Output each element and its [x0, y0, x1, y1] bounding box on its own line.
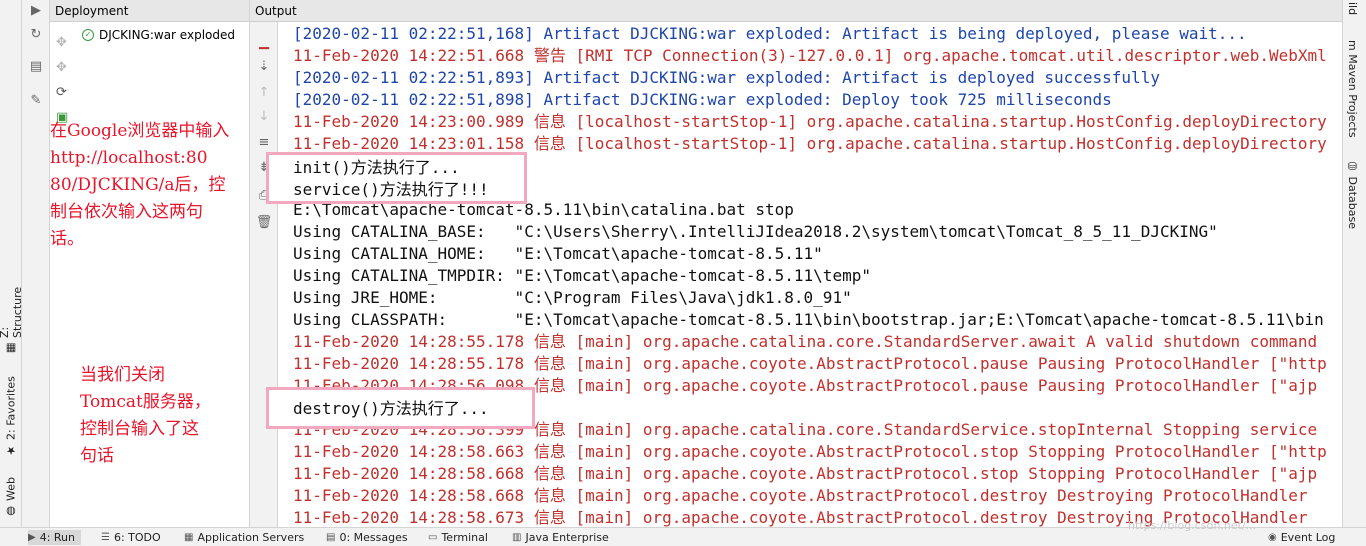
- console-line: Using CATALINA_BASE: "C:\Users\Sherry\.I…: [293, 222, 1218, 241]
- up-arrow-icon[interactable]: ↑: [250, 82, 278, 104]
- annotation-line: 制台依次输入这两句: [50, 202, 203, 222]
- terminal-icon: ▭: [428, 532, 438, 543]
- annotation-line: 话。: [50, 229, 84, 249]
- annotation-line: http://localhost:80: [50, 148, 208, 168]
- console-line: 11-Feb-2020 14:22:51.668 警告 [RMI TCP Con…: [293, 46, 1327, 65]
- console-line: Using CATALINA_HOME: "E:\Tomcat\apache-t…: [293, 244, 823, 263]
- console-line: Using CATALINA_TMPDIR: "E:\Tomcat\apache…: [293, 266, 871, 285]
- web-tab[interactable]: ◍ Web: [1, 470, 21, 518]
- highlight-line: service()方法执行了!!!: [293, 180, 489, 199]
- console-toolbar: ▁ ⇣ ↑ ↓ ≡ ⇟ ⎙ 🗑: [250, 22, 278, 527]
- application-servers-label: Application Servers: [197, 531, 305, 544]
- messages-tab-label: 0: Messages: [339, 531, 408, 544]
- deployment-item-label: DJCKING:war exploded: [99, 28, 235, 42]
- console-line: 11-Feb-2020 14:28:58.663 信息 [main] org.a…: [293, 442, 1327, 461]
- run-icon: ▶: [28, 532, 36, 543]
- run-tab[interactable]: ▶ 4: Run: [28, 530, 81, 545]
- annotation-note-2: 当我们关闭 Tomcat服务器， 控制台输入了这 句话: [80, 362, 211, 470]
- console-line: Using CLASSPATH: "E:\Tomcat\apache-tomca…: [293, 310, 1324, 329]
- console-line: [2020-02-11 02:22:51,893] Artifact DJCKI…: [293, 68, 1160, 87]
- event-log-label: Event Log: [1280, 531, 1336, 544]
- deployment-header: Deployment: [50, 0, 249, 22]
- favorites-tab[interactable]: ★ 2: Favorites: [1, 372, 21, 457]
- star-icon: ★: [6, 444, 16, 457]
- refresh-icon[interactable]: ⟳: [56, 80, 68, 105]
- check-icon: ✓: [82, 29, 94, 41]
- clear-icon[interactable]: ▁: [250, 32, 278, 54]
- annotation-line: 在Google浏览器中输入: [50, 121, 230, 141]
- messages-icon: ▤: [326, 532, 336, 543]
- deploy-all-icon[interactable]: ✥: [56, 30, 68, 55]
- database-tab[interactable]: ⛁ Database: [1346, 160, 1359, 229]
- deployment-side-icons: ✥ ✥ ⟳ ▣: [56, 30, 68, 130]
- highlight-box-1: init()方法执行了... service()方法执行了!!!: [266, 152, 527, 204]
- annotation-line: 句话: [80, 446, 114, 466]
- trash-icon[interactable]: 🗑: [250, 212, 278, 234]
- right-tool-strip: ild m Maven Projects ⛁ Database: [1342, 0, 1366, 527]
- console-line: 11-Feb-2020 14:23:00.989 信息 [localhost-s…: [293, 112, 1327, 131]
- highlight-line: destroy()方法执行了...: [293, 399, 489, 418]
- todo-icon: ☰: [101, 532, 110, 543]
- sort-icon[interactable]: ⇣: [250, 56, 278, 78]
- update-icon[interactable]: ↻: [22, 24, 50, 46]
- web-tab-label: Web: [4, 477, 18, 501]
- maven-projects-label: Maven Projects: [1346, 54, 1359, 138]
- structure-icon: ▦: [5, 342, 17, 355]
- deployment-item[interactable]: ✓ DJCKING:war exploded: [82, 28, 235, 42]
- structure-tab[interactable]: ▦ Z: Structure: [0, 275, 24, 355]
- console-line: 11-Feb-2020 14:28:58.668 信息 [main] org.a…: [293, 464, 1318, 483]
- favorites-tab-label: 2: Favorites: [4, 376, 18, 440]
- annotation-line: Tomcat服务器，: [80, 392, 211, 412]
- console-output[interactable]: [2020-02-11 02:22:51,168] Artifact DJCKI…: [278, 22, 1334, 527]
- build-tab[interactable]: ild: [1346, 2, 1359, 15]
- console-line: Using JRE_HOME: "C:\Program Files\Java\j…: [293, 288, 852, 307]
- terminal-tab[interactable]: ▭ Terminal: [428, 530, 488, 545]
- rerun-icon[interactable]: ▶: [22, 0, 50, 22]
- output-header: Output: [250, 0, 1342, 22]
- watermark: https://blog.csdn.net/...: [1128, 519, 1257, 532]
- server-icon: ▦: [184, 532, 194, 543]
- annotation-note-1: 在Google浏览器中输入 http://localhost:80 80/DJC…: [50, 118, 229, 253]
- pin-icon[interactable]: ✎: [22, 90, 50, 112]
- console-line: 11-Feb-2020 14:28:55.178 信息 [main] org.a…: [293, 354, 1327, 373]
- highlight-line: init()方法执行了...: [293, 158, 460, 177]
- database-icon: ⛁: [1346, 160, 1359, 177]
- run-tab-label: 4: Run: [39, 531, 75, 544]
- event-log-icon: ◉: [1268, 532, 1277, 543]
- console-lines: [2020-02-11 02:22:51,168] Artifact DJCKI…: [293, 23, 1327, 527]
- console-line: [2020-02-11 02:22:51,168] Artifact DJCKI…: [293, 24, 1247, 43]
- application-servers-tab[interactable]: ▦ Application Servers: [184, 530, 304, 545]
- soft-wrap-icon[interactable]: ≡: [250, 132, 278, 154]
- messages-tab[interactable]: ▤ 0: Messages: [326, 530, 408, 545]
- terminal-tab-label: Terminal: [441, 531, 488, 544]
- structure-tab-label: Z: Structure: [0, 286, 24, 338]
- left-tool-strip: ▦ Z: Structure ★ 2: Favorites ◍ Web: [0, 0, 24, 527]
- java-enterprise-tab[interactable]: ▥ Java Enterprise: [512, 530, 609, 545]
- highlight-box-2: destroy()方法执行了...: [266, 387, 535, 429]
- console-line: 11-Feb-2020 14:28:55.178 信息 [main] org.a…: [293, 332, 1318, 351]
- down-arrow-icon[interactable]: ↓: [250, 106, 278, 128]
- java-enterprise-icon: ▥: [512, 532, 522, 543]
- globe-icon: ◍: [6, 505, 16, 518]
- layout-icon[interactable]: ▤: [22, 56, 50, 78]
- annotation-line: 当我们关闭: [80, 365, 165, 385]
- maven-icon: m: [1346, 40, 1359, 55]
- annotation-line: 80/DJCKING/a后，控: [50, 175, 226, 195]
- todo-tab-label: 6: TODO: [113, 531, 161, 544]
- java-enterprise-label: Java Enterprise: [525, 531, 609, 544]
- event-log-tab[interactable]: ◉ Event Log: [1268, 530, 1335, 545]
- undeploy-icon[interactable]: ✥: [56, 55, 68, 80]
- database-label: Database: [1346, 176, 1359, 230]
- annotation-line: 控制台输入了这: [80, 419, 199, 439]
- maven-projects-tab[interactable]: m Maven Projects: [1346, 40, 1359, 138]
- console-line: [2020-02-11 02:22:51,898] Artifact DJCKI…: [293, 90, 1112, 109]
- run-toolbar: ▶ ↻ ▤ ✎: [22, 0, 50, 527]
- todo-tab[interactable]: ☰ 6: TODO: [101, 530, 161, 545]
- console-line: 11-Feb-2020 14:28:58.668 信息 [main] org.a…: [293, 486, 1308, 505]
